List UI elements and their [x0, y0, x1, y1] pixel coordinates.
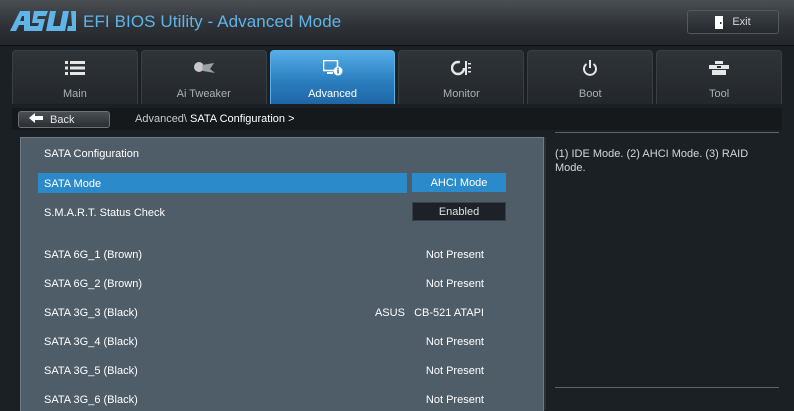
port-row: SATA 3G_4 (Black) Not Present — [21, 331, 541, 353]
tab-ai-tweaker-label: Ai Tweaker — [176, 88, 231, 100]
sata-mode-row[interactable]: SATA Mode AHCI Mode — [21, 173, 541, 195]
breadcrumb-bar: Back Advanced\ SATA Configuration > — [12, 108, 782, 130]
app-title: EFI BIOS Utility - Advanced Mode — [83, 12, 342, 31]
breadcrumb-parent[interactable]: Advanced\ — [135, 113, 187, 125]
ai-tweaker-icon — [192, 59, 216, 77]
tab-tool-label: Tool — [708, 88, 730, 100]
title-bar: EFI BIOS Utility - Advanced Mode Exit — [0, 0, 794, 46]
power-icon — [578, 59, 602, 77]
tab-advanced-label: Advanced — [308, 88, 358, 100]
tab-boot[interactable]: Boot — [527, 50, 654, 104]
port-label: SATA 6G_2 (Brown) — [44, 278, 143, 290]
port-value: Not Present — [425, 249, 484, 261]
smart-status-select[interactable]: Enabled — [412, 202, 506, 221]
help-panel: (1) IDE Mode. (2) AHCI Mode. (3) RAID Mo… — [547, 132, 781, 410]
port-value: Not Present — [425, 394, 484, 406]
back-button[interactable]: Back — [18, 111, 110, 128]
asus-logo — [10, 8, 76, 34]
smart-status-label: S.M.A.R.T. Status Check — [44, 207, 166, 219]
smart-status-row[interactable]: S.M.A.R.T. Status Check Enabled — [21, 202, 541, 224]
port-row: SATA 6G_1 (Brown) Not Present — [21, 244, 541, 266]
back-arrow-icon — [29, 113, 43, 126]
breadcrumb-current: SATA Configuration — [190, 113, 286, 125]
back-label: Back — [50, 113, 75, 126]
tab-ai-tweaker[interactable]: Ai Tweaker — [140, 50, 267, 104]
port-label: SATA 3G_6 (Black) — [44, 394, 138, 406]
list-icon — [63, 59, 87, 77]
exit-button[interactable]: Exit — [687, 10, 779, 34]
main-tabs: Main Ai Tweaker Advanced Monitor Boot To… — [12, 50, 782, 104]
settings-panel: SATA Configuration SATA Mode AHCI Mode S… — [20, 137, 544, 411]
port-label: SATA 3G_5 (Black) — [44, 365, 138, 377]
port-value: Not Present — [425, 365, 484, 377]
port-row: SATA 3G_3 (Black) ASUS CB-521 ATAPI — [21, 302, 541, 324]
port-row: SATA 6G_2 (Brown) Not Present — [21, 273, 541, 295]
sata-mode-select[interactable]: AHCI Mode — [412, 173, 506, 192]
section-title: SATA Configuration — [44, 148, 139, 160]
tab-boot-label: Boot — [578, 88, 602, 100]
tool-icon — [707, 59, 731, 77]
port-label: SATA 3G_4 (Black) — [44, 336, 138, 348]
breadcrumb-arrow: > — [288, 113, 295, 125]
monitor-icon — [449, 59, 473, 77]
sata-mode-label: SATA Mode — [44, 178, 102, 190]
tab-advanced[interactable]: Advanced — [269, 50, 396, 104]
port-label: SATA 3G_3 (Black) — [44, 307, 138, 319]
tab-monitor[interactable]: Monitor — [398, 50, 525, 104]
exit-door-icon — [715, 15, 725, 29]
port-value: Not Present — [425, 278, 484, 290]
breadcrumb: Advanced\ SATA Configuration > — [135, 113, 295, 125]
tab-tool[interactable]: Tool — [656, 50, 782, 104]
port-value: ASUS CB-521 ATAPI — [374, 307, 484, 319]
section-title-row: SATA Configuration — [21, 143, 541, 165]
help-divider-bottom — [555, 387, 779, 388]
help-text: (1) IDE Mode. (2) AHCI Mode. (3) RAID Mo… — [555, 148, 749, 174]
port-label: SATA 6G_1 (Brown) — [44, 249, 143, 261]
tab-main[interactable]: Main — [12, 50, 138, 104]
port-value: Not Present — [425, 336, 484, 348]
tab-main-label: Main — [62, 88, 87, 100]
exit-label: Exit — [732, 16, 751, 28]
port-row: SATA 3G_5 (Black) Not Present — [21, 360, 541, 382]
port-row: SATA 3G_6 (Black) Not Present — [21, 389, 541, 411]
tab-monitor-label: Monitor — [443, 88, 480, 100]
advanced-icon — [321, 59, 345, 77]
help-divider-top — [555, 132, 779, 133]
